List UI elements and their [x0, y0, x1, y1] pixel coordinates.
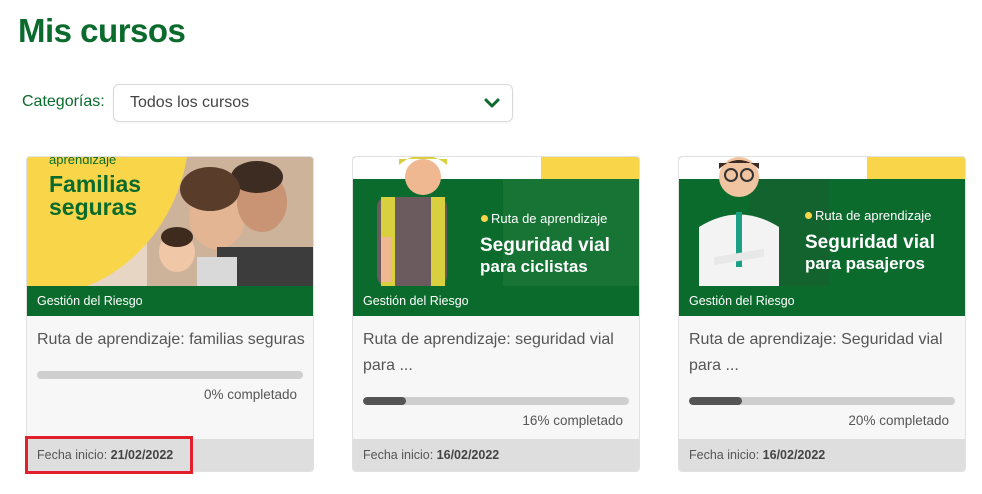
course-card-familias[interactable]: aprendizaje Familias seguras Gestión del…: [26, 156, 314, 472]
progress-bar: [689, 397, 955, 405]
course-category: Gestión del Riesgo: [353, 286, 639, 316]
banner-tag: aprendizaje: [49, 157, 117, 167]
banner-line-1: Seguridad vial: [805, 232, 935, 253]
category-select[interactable]: Todos los cursos: [113, 84, 513, 122]
banner-line-2: para ciclistas: [480, 257, 588, 276]
progress-bar: [37, 371, 303, 379]
course-title[interactable]: Ruta de aprendizaje: seguridad vial para…: [363, 327, 633, 379]
course-footer: Fecha inicio: 16/02/2022: [679, 439, 965, 471]
progress-text: 0% completado: [203, 387, 297, 402]
course-footer: Fecha inicio: 16/02/2022: [353, 439, 639, 471]
banner-line-2: seguras: [49, 194, 138, 220]
banner-line-1: Seguridad vial: [480, 235, 610, 256]
category-select-value: Todos los cursos: [130, 94, 250, 111]
highlight-box: [25, 436, 193, 474]
banner-tag: Ruta de aprendizaje: [491, 211, 608, 226]
course-image: aprendizaje Familias seguras: [27, 157, 313, 286]
course-title[interactable]: Ruta de aprendizaje: Seguridad vial para…: [689, 327, 959, 379]
bullet-icon: [805, 212, 812, 219]
course-category: Gestión del Riesgo: [27, 286, 313, 316]
course-card-pasajeros[interactable]: Ruta de aprendizaje Seguridad vial para …: [678, 156, 966, 472]
progress-text: 16% completado: [522, 413, 623, 428]
course-image: Ruta de aprendizaje Seguridad vial para …: [353, 157, 639, 286]
course-category: Gestión del Riesgo: [679, 286, 965, 316]
banner-tag: Ruta de aprendizaje: [815, 208, 932, 223]
progress-text: 20% completado: [848, 413, 949, 428]
banner-line-2: para pasajeros: [805, 254, 926, 273]
progress-fill: [689, 397, 743, 405]
course-title[interactable]: Ruta de aprendizaje: familias seguras: [37, 327, 307, 353]
chevron-down-icon: [484, 98, 500, 108]
category-label: Categorías:: [22, 93, 105, 110]
start-date-label: Fecha inicio:: [363, 448, 434, 462]
start-date-label: Fecha inicio:: [689, 448, 760, 462]
course-image: Ruta de aprendizaje Seguridad vial para …: [679, 157, 965, 286]
progress-fill: [363, 397, 406, 405]
course-card-ciclistas[interactable]: Ruta de aprendizaje Seguridad vial para …: [352, 156, 640, 472]
start-date-value: 16/02/2022: [436, 448, 500, 462]
progress-bar: [363, 397, 629, 405]
start-date-value: 16/02/2022: [762, 448, 826, 462]
page-title: Mis cursos: [18, 12, 186, 49]
bullet-icon: [481, 215, 488, 222]
